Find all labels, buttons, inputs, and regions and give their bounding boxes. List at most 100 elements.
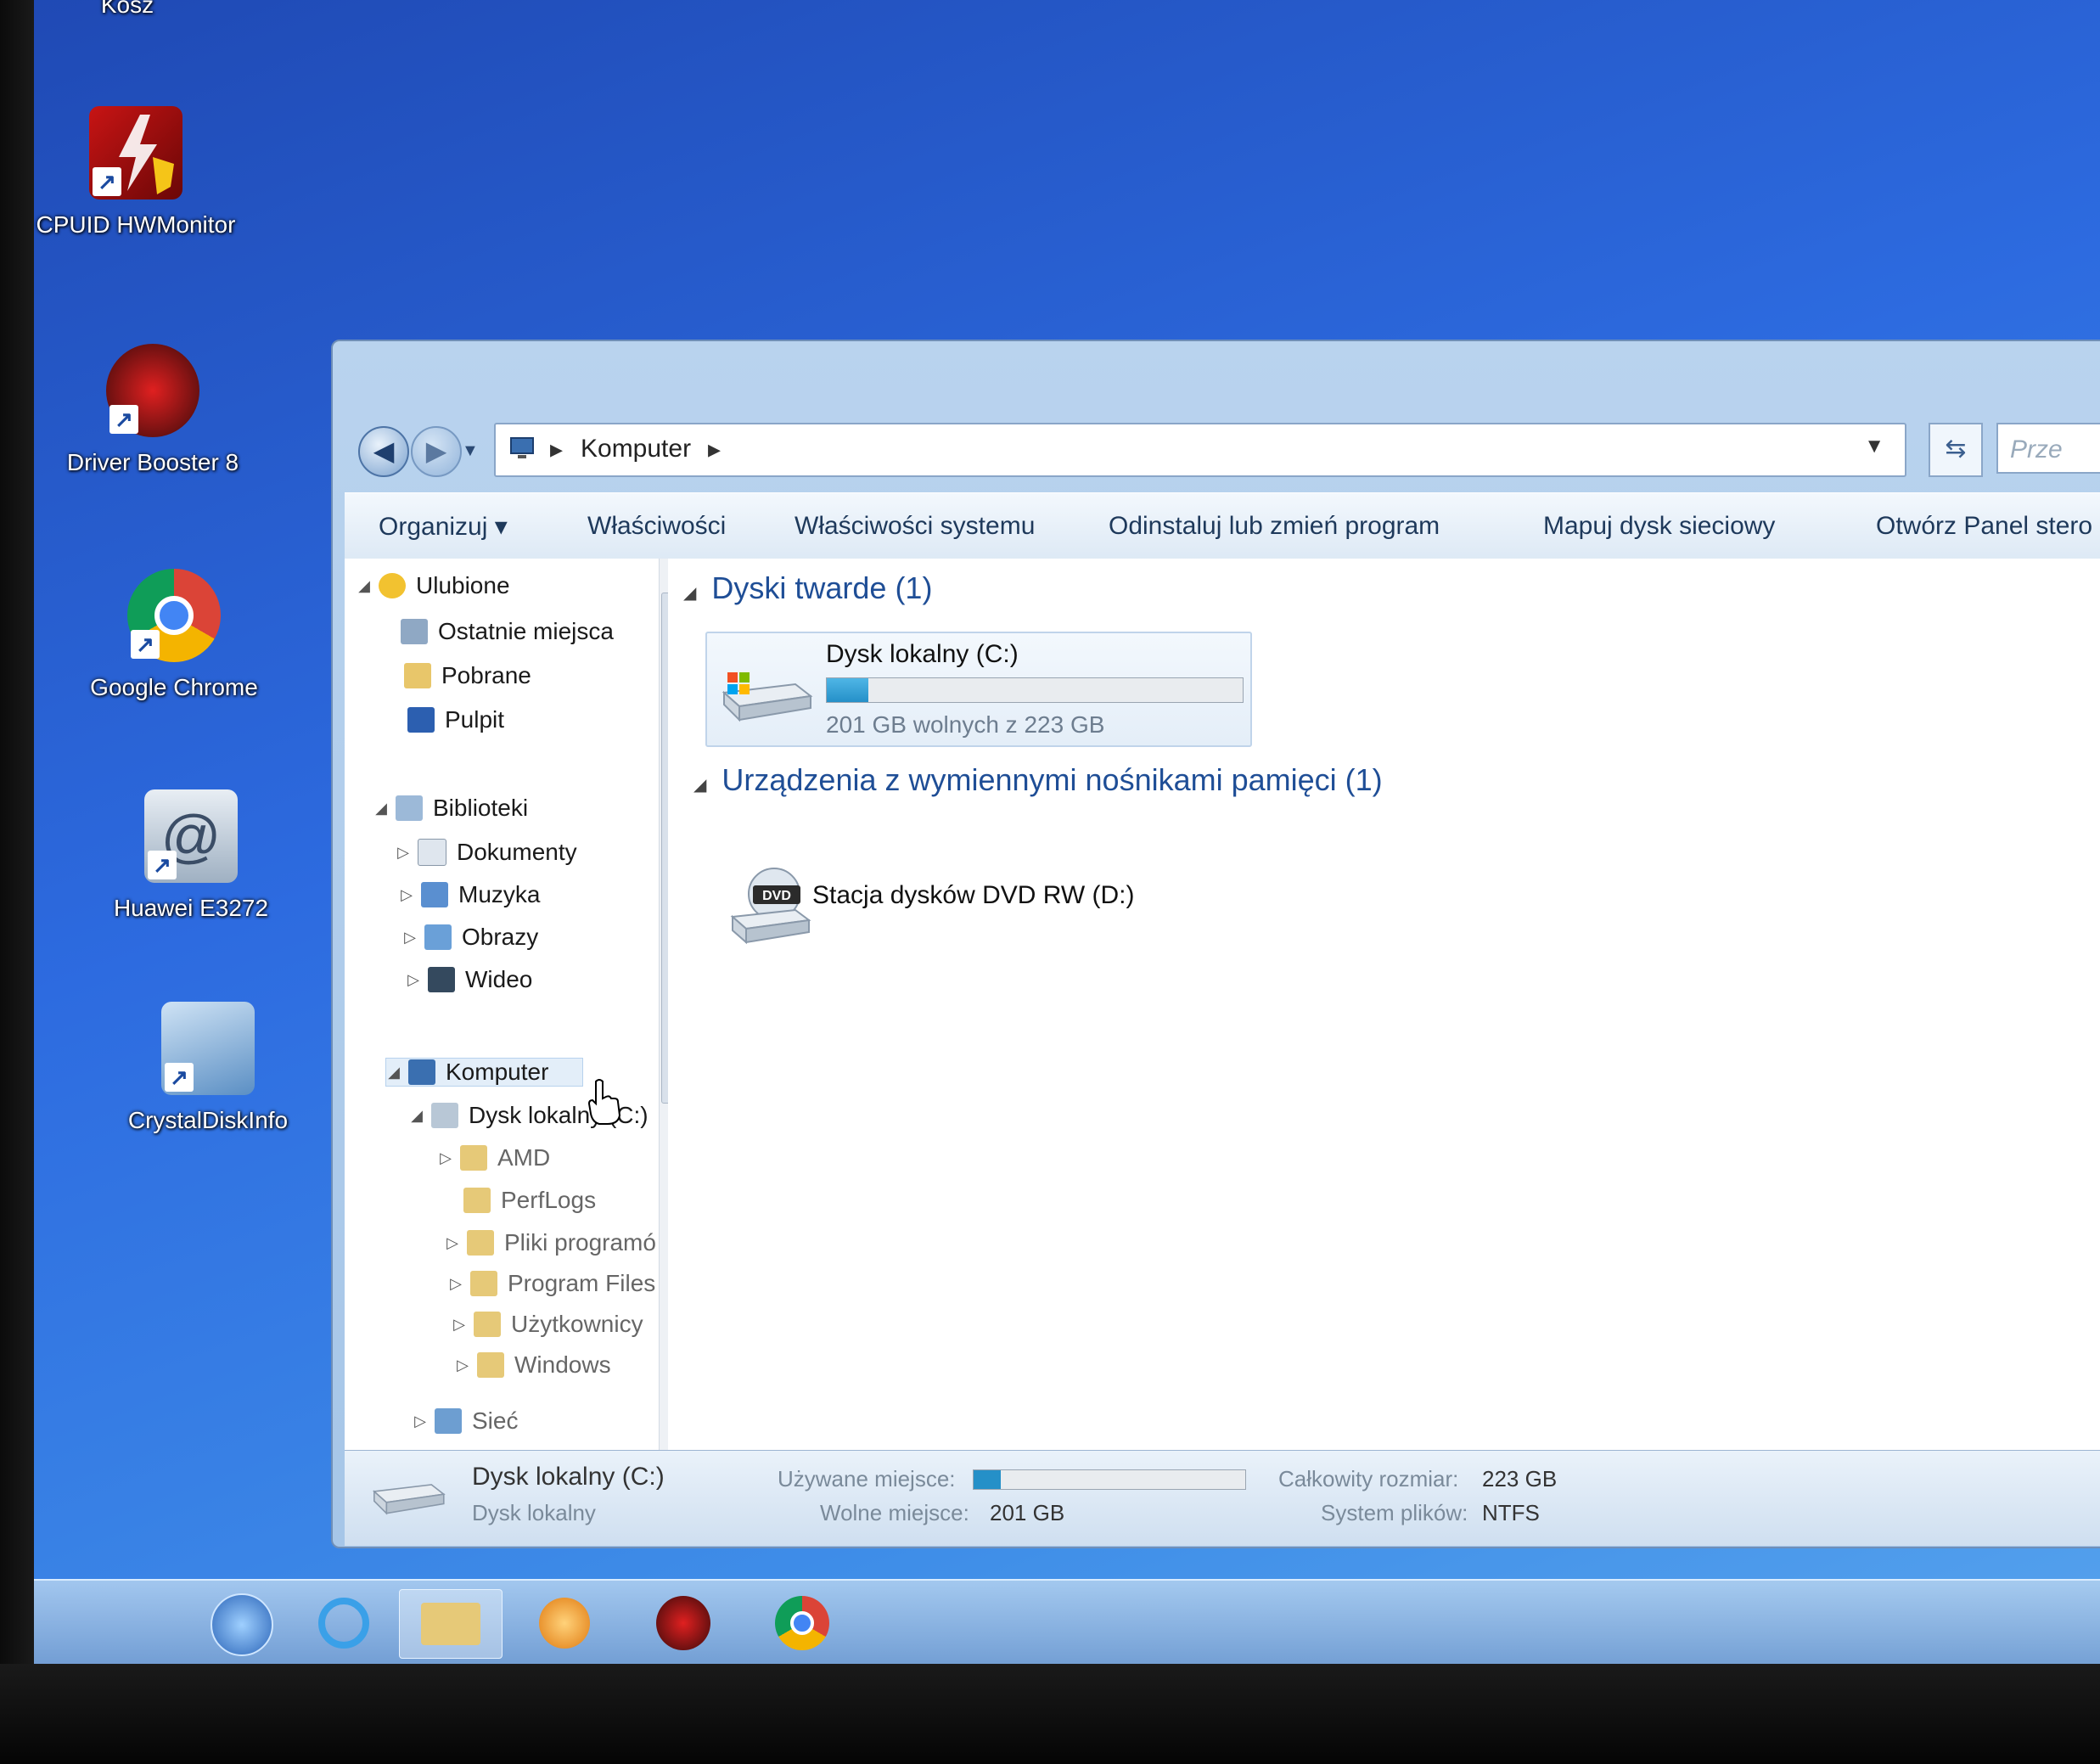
at-sign-icon: @ ↗ [144, 789, 238, 883]
expand-arrow-icon[interactable]: ◢ [409, 1107, 424, 1125]
dvd-drive-name: Stacja dysków DVD RW (D:) [812, 881, 1135, 909]
taskbar-internet-explorer[interactable] [306, 1589, 382, 1657]
hwmonitor-icon: ↗ [89, 106, 182, 199]
back-arrow-icon: ◀ [373, 435, 395, 466]
desktop-icon-hwmonitor[interactable]: ↗ CPUID HWMonitor [25, 106, 246, 239]
desktop-icon-chrome[interactable]: ↗ Google Chrome [64, 569, 284, 701]
desktop-icon-recycle-bin[interactable]: Kosz [17, 0, 238, 19]
internet-explorer-icon [318, 1598, 369, 1649]
navigation-pane: ◢ Ulubione Ostatnie miejsca Pobrane Pulp… [345, 559, 680, 1450]
nav-desktop[interactable]: Pulpit [407, 706, 504, 733]
expand-arrow-icon[interactable]: ◢ [386, 1064, 401, 1081]
folder-icon [477, 1352, 504, 1378]
drive-c-name: Dysk lokalny (C:) [826, 640, 1019, 668]
explorer-window: ◀ ▶ ▼ ▸ Komputer ▸ ▼ ⇆ Prze Organizuj ▾ … [331, 340, 2100, 1548]
group-header-hard-drives[interactable]: ◢ Dyski twarde (1) [683, 570, 932, 606]
nav-label: Dokumenty [457, 839, 577, 865]
desktop-icon-crystaldiskinfo[interactable]: ↗ CrystalDiskInfo [98, 1002, 318, 1134]
music-icon [421, 882, 448, 907]
details-total-value: 223 GB [1482, 1466, 1558, 1492]
nav-recent-places[interactable]: Ostatnie miejsca [401, 618, 614, 645]
taskbar-explorer[interactable] [399, 1589, 503, 1659]
nav-label: Biblioteki [433, 795, 529, 821]
uninstall-program-button[interactable]: Odinstaluj lub zmień program [1109, 512, 1440, 541]
computer-icon [510, 437, 534, 458]
folder-icon [474, 1312, 501, 1337]
refresh-icon: ⇆ [1945, 435, 1967, 463]
nav-label: PerfLogs [501, 1187, 597, 1213]
nav-folder[interactable]: PerfLogs [463, 1187, 596, 1214]
group-title: Dyski twarde (1) [711, 570, 933, 605]
desktop-icon-driver-booster[interactable]: ↗ Driver Booster 8 [42, 344, 263, 476]
nav-libraries[interactable]: ◢ Biblioteki [373, 795, 528, 822]
nav-favorites[interactable]: ◢ Ulubione [357, 572, 510, 599]
nav-folder[interactable]: ▷ AMD [438, 1144, 550, 1171]
collapse-arrow-icon[interactable]: ▷ [445, 1234, 460, 1252]
nav-documents[interactable]: ▷ Dokumenty [396, 839, 577, 866]
organize-button[interactable]: Organizuj ▾ [379, 512, 508, 542]
nav-folder[interactable]: ▷ Windows [455, 1351, 611, 1379]
nav-label: Sieć [472, 1407, 519, 1434]
collapse-arrow-icon[interactable]: ▷ [455, 1357, 470, 1374]
expand-arrow-icon[interactable]: ◢ [373, 800, 389, 817]
hard-drive-icon [431, 1103, 458, 1128]
command-bar: Organizuj ▾ Właściwości Właściwości syst… [345, 492, 2100, 560]
open-control-panel-button[interactable]: Otwórz Panel stero [1876, 512, 2092, 541]
address-dropdown-icon[interactable]: ▼ [1864, 435, 1884, 458]
nav-pictures[interactable]: ▷ Obrazy [402, 924, 538, 951]
nav-downloads[interactable]: Pobrane [404, 662, 531, 689]
recent-places-icon [401, 619, 428, 644]
address-bar[interactable]: ▸ Komputer ▸ ▼ [494, 423, 1906, 477]
nav-folder[interactable]: ▷ Pliki programó [445, 1229, 656, 1256]
details-fs-value: NTFS [1482, 1500, 1540, 1525]
nav-folder[interactable]: ▷ Program Files [448, 1270, 655, 1297]
nav-label: Program Files [508, 1270, 656, 1296]
taskbar-chrome[interactable] [764, 1589, 840, 1657]
properties-button[interactable]: Właściwości [587, 512, 726, 541]
drive-c-free-space: 201 GB wolnych z 223 GB [826, 711, 1105, 738]
forward-button[interactable]: ▶ [411, 426, 462, 477]
back-button[interactable]: ◀ [358, 426, 409, 477]
collapse-arrow-icon[interactable]: ▷ [438, 1149, 453, 1167]
taskbar [0, 1579, 2100, 1666]
nav-folder[interactable]: ▷ Użytkownicy [452, 1311, 643, 1338]
nav-computer[interactable]: ◢ Komputer [385, 1058, 584, 1087]
collapse-group-icon[interactable]: ◢ [693, 776, 706, 795]
nav-videos[interactable]: ▷ Wideo [406, 966, 532, 993]
nav-label: Użytkownicy [511, 1311, 643, 1337]
start-button[interactable] [204, 1589, 280, 1657]
taskbar-media-player[interactable] [526, 1589, 603, 1657]
search-input[interactable]: Prze [1996, 423, 2100, 474]
collapse-arrow-icon[interactable]: ▷ [448, 1275, 463, 1293]
collapse-arrow-icon[interactable]: ▷ [396, 844, 411, 862]
documents-icon [418, 839, 446, 866]
breadcrumb-computer[interactable]: Komputer [581, 435, 691, 463]
nav-music[interactable]: ▷ Muzyka [399, 881, 540, 908]
breadcrumb-separator-icon[interactable]: ▸ [550, 435, 563, 464]
expand-arrow-icon[interactable]: ◢ [357, 577, 372, 595]
group-header-removable[interactable]: ◢ Urządzenia z wymiennymi nośnikami pamię… [693, 762, 1383, 798]
collapse-arrow-icon[interactable]: ▷ [402, 929, 418, 947]
details-free-label: Wolne miejsce: [820, 1500, 969, 1525]
forward-arrow-icon: ▶ [425, 435, 447, 466]
drive-c-tile[interactable]: Dysk lokalny (C:) 201 GB wolnych z 223 G… [705, 632, 1252, 747]
desktop-icon-huawei[interactable]: @ ↗ Huawei E3272 [81, 789, 301, 922]
refresh-button[interactable]: ⇆ [1929, 423, 1983, 477]
breadcrumb-separator-icon[interactable]: ▸ [708, 435, 721, 464]
collapse-group-icon[interactable]: ◢ [683, 584, 696, 603]
nav-network[interactable]: ▷ Sieć [413, 1407, 518, 1435]
content-pane: ◢ Dyski twarde (1) Dysk lokalny (C:) 201 … [668, 559, 2100, 1450]
windows-orb-icon [211, 1593, 273, 1656]
taskbar-driver-booster[interactable] [645, 1589, 722, 1657]
pictures-icon [424, 924, 452, 950]
collapse-arrow-icon[interactable]: ▷ [399, 886, 414, 904]
nav-label: Ostatnie miejsca [438, 618, 614, 644]
details-fs-label: System plików: [1321, 1500, 1468, 1525]
collapse-arrow-icon[interactable]: ▷ [413, 1413, 428, 1430]
collapse-arrow-icon[interactable]: ▷ [452, 1316, 467, 1334]
recent-pages-dropdown[interactable]: ▼ [462, 441, 479, 461]
system-properties-button[interactable]: Właściwości systemu [795, 512, 1035, 541]
collapse-arrow-icon[interactable]: ▷ [406, 971, 421, 989]
map-network-drive-button[interactable]: Mapuj dysk sieciowy [1543, 512, 1775, 541]
nav-label: Pobrane [441, 662, 531, 688]
